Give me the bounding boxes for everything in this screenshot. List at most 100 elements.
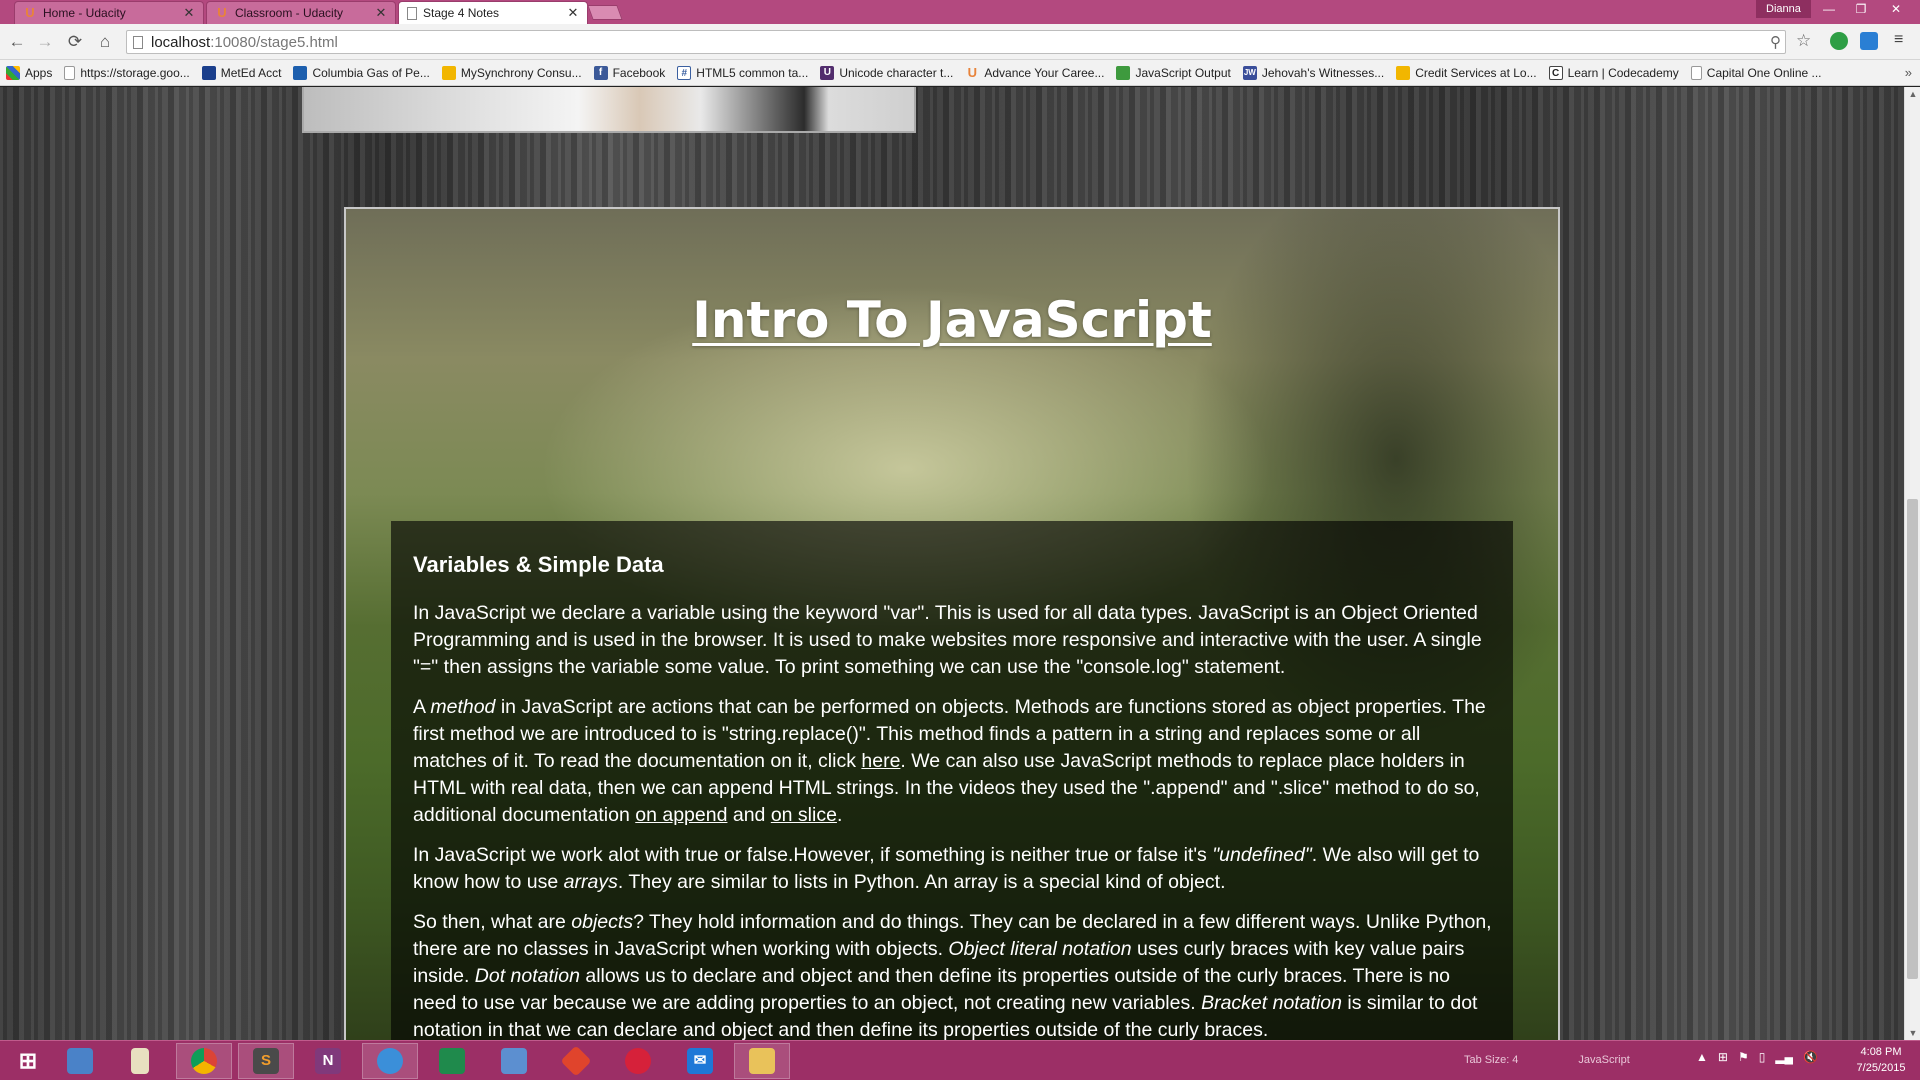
minimize-icon[interactable]: — [1814, 0, 1844, 18]
chrome-icon [191, 1048, 217, 1074]
udacity-icon: U [967, 64, 978, 80]
bookmark-unicode[interactable]: U Unicode character t... [820, 65, 953, 80]
git-icon [560, 1045, 592, 1077]
bookmark-label: Credit Services at Lo... [1415, 65, 1537, 80]
bookmark-label: Capital One Online ... [1706, 65, 1822, 80]
text: In JavaScript we work alot with true or … [413, 844, 1213, 866]
flag-icon[interactable]: ⚑ [1738, 1050, 1749, 1064]
page-icon [133, 35, 143, 49]
emphasis-dot-notation: Dot notation [474, 965, 580, 987]
volume-muted-icon[interactable]: 🔇 [1803, 1050, 1818, 1064]
tab-stage-4-notes[interactable]: Stage 4 Notes ✕ [398, 1, 588, 24]
paragraph-variables: In JavaScript we declare a variable usin… [413, 602, 1482, 678]
tab-home-udacity[interactable]: U Home - Udacity ✕ [14, 1, 204, 24]
taskbar-sublime-text[interactable]: S [238, 1043, 294, 1079]
scroll-down-arrow-icon[interactable]: ▼ [1905, 1026, 1920, 1040]
bookmark-facebook[interactable]: f Facebook [593, 65, 665, 80]
udacity-icon: U [25, 5, 35, 20]
link-on-append[interactable]: on append [635, 804, 727, 826]
bookmark-html5[interactable]: # HTML5 common ta... [677, 65, 809, 80]
text: and [727, 804, 771, 826]
scroll-up-arrow-icon[interactable]: ▲ [1905, 87, 1920, 101]
bookmark-credit-services[interactable]: Credit Services at Lo... [1396, 65, 1537, 80]
search-icon[interactable]: ⚲ [1770, 33, 1781, 51]
tray-windows-icon[interactable]: ⊞ [1718, 1050, 1728, 1064]
taskbar-chrome[interactable] [176, 1043, 232, 1079]
bookmark-columbia-gas[interactable]: Columbia Gas of Pe... [293, 65, 430, 80]
battery-icon[interactable]: ▯ [1759, 1050, 1766, 1064]
emphasis-method: method [430, 696, 496, 718]
page-viewport: Intro To JavaScript Variables & Simple D… [0, 87, 1904, 1040]
remote-desktop-icon [67, 1048, 93, 1074]
bookmark-javascript-output[interactable]: JavaScript Output [1116, 65, 1231, 80]
profile-photo [302, 87, 916, 133]
start-button[interactable]: ⊞ [0, 1043, 56, 1079]
bookmark-meted[interactable]: MetEd Acct [201, 65, 282, 80]
link-on-slice[interactable]: on slice [771, 804, 837, 826]
extension-arrow-icon[interactable] [1860, 32, 1878, 50]
new-tab-button[interactable] [587, 5, 623, 20]
file-explorer-icon [749, 1048, 775, 1074]
tab-classroom-udacity[interactable]: U Classroom - Udacity ✕ [206, 1, 396, 24]
syntax-status[interactable]: JavaScript [1578, 1054, 1629, 1066]
tab-size-status[interactable]: Tab Size: 4 [1464, 1054, 1518, 1066]
clock-time: 4:08 PM [1860, 1046, 1902, 1058]
bookmark-label: JavaScript Output [1135, 65, 1231, 80]
bookmark-storage[interactable]: https://storage.goo... [64, 65, 190, 80]
close-window-icon[interactable]: ✕ [1878, 0, 1914, 18]
close-icon[interactable]: ✕ [567, 5, 579, 21]
bookmark-synchrony[interactable]: MySynchrony Consu... [441, 65, 582, 80]
taskbar-clock[interactable]: 4:08 PM 7/25/2015 [1846, 1044, 1916, 1076]
back-arrow-icon[interactable]: ← [6, 31, 28, 53]
extension-location-icon[interactable] [1830, 32, 1848, 50]
emphasis-bracket-notation: Bracket notation [1201, 992, 1342, 1014]
signal-icon[interactable]: ▂▄ [1775, 1050, 1793, 1064]
text: So then, what are [413, 911, 572, 933]
link-here[interactable]: here [861, 750, 900, 772]
tab-label: Stage 4 Notes [423, 6, 500, 20]
taskbar-notepad[interactable] [112, 1043, 168, 1079]
bookmark-apps[interactable]: Apps [6, 65, 53, 80]
sublime-text-icon: S [253, 1048, 279, 1074]
taskbar-alarm[interactable] [610, 1043, 666, 1079]
page-icon [407, 6, 417, 20]
menu-icon[interactable]: ≡ [1894, 31, 1903, 49]
forward-arrow-icon[interactable]: → [34, 31, 56, 53]
url-host: localhost [151, 33, 211, 51]
taskbar-remote-desktop[interactable] [52, 1043, 108, 1079]
taskbar-file-explorer[interactable] [734, 1043, 790, 1079]
bookmark-codecademy[interactable]: C Learn | Codecademy [1548, 65, 1679, 80]
home-icon[interactable]: ⌂ [94, 31, 116, 53]
close-icon[interactable]: ✕ [183, 5, 195, 21]
network-icon [377, 1048, 403, 1074]
bookmark-label: MetEd Acct [220, 65, 282, 80]
bookmark-jw[interactable]: JW Jehovah's Witnesses... [1242, 65, 1384, 80]
restore-icon[interactable]: ❐ [1846, 0, 1876, 18]
taskbar-folder[interactable] [486, 1043, 542, 1079]
profile-button[interactable]: Dianna [1756, 0, 1811, 18]
reload-icon[interactable]: ⟳ [64, 31, 86, 53]
meted-icon [201, 65, 216, 80]
bookmark-label: HTML5 common ta... [696, 65, 809, 80]
emphasis-object-literal: Object literal notation [948, 938, 1132, 960]
scroll-thumb[interactable] [1907, 499, 1918, 979]
bookmark-label: Apps [25, 65, 53, 80]
taskbar-network-app[interactable] [362, 1043, 418, 1079]
bookmark-star-icon[interactable]: ☆ [1796, 31, 1811, 51]
taskbar-excel[interactable] [424, 1043, 480, 1079]
bookmark-advance-career[interactable]: U Advance Your Caree... [965, 64, 1105, 80]
close-icon[interactable]: ✕ [375, 5, 387, 21]
address-bar[interactable]: localhost:10080/stage5.html [126, 30, 1786, 54]
tab-strip: U Home - Udacity ✕ U Classroom - Udacity… [0, 0, 1920, 24]
columbia-gas-icon [293, 65, 308, 80]
bookmark-capital-one[interactable]: Capital One Online ... [1690, 65, 1822, 80]
text: . They are similar to lists in Python. A… [617, 871, 1226, 893]
paragraph-objects: So then, what are objects? They hold inf… [413, 909, 1493, 1040]
taskbar-onenote[interactable]: N [300, 1043, 356, 1079]
tray-expand-icon[interactable]: ▲ [1696, 1050, 1708, 1064]
taskbar-mail[interactable]: ✉ [672, 1043, 728, 1079]
page-scrollbar[interactable]: ▲ ▼ [1904, 87, 1920, 1040]
url-path: :10080/stage5.html [210, 33, 338, 51]
taskbar-git[interactable] [548, 1043, 604, 1079]
more-bookmarks-button[interactable]: » [1905, 65, 1912, 80]
